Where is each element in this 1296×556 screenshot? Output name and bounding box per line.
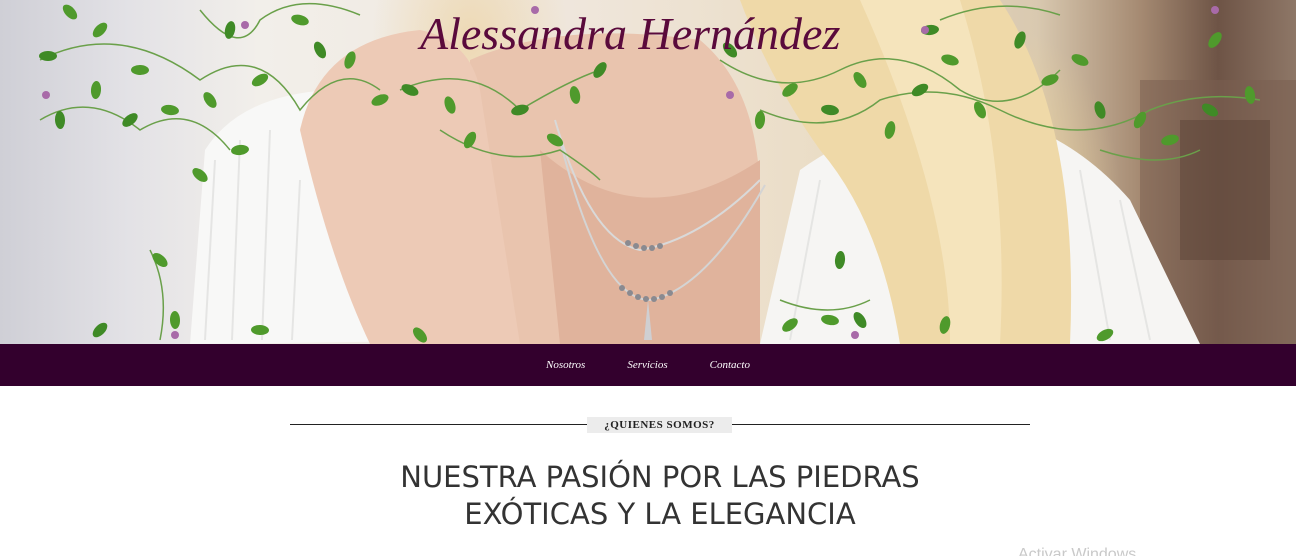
vine-flower: [171, 331, 179, 339]
vine-leaf: [291, 14, 309, 26]
vine-flower: [921, 26, 929, 34]
section-headline: NUESTRA PASIÓN POR LAS PIEDRAS EXÓTICAS …: [300, 459, 1020, 533]
vine-flower: [726, 91, 734, 99]
vine-leaf: [161, 104, 179, 116]
headline-line-1: NUESTRA PASIÓN POR LAS PIEDRAS: [400, 460, 920, 494]
vine-flower: [851, 331, 859, 339]
vine-leaf: [754, 111, 766, 129]
site-title: Alessandra Hernández: [420, 8, 841, 59]
vine-leaf: [1071, 54, 1089, 66]
vine-flower: [42, 91, 50, 99]
nav-item-nosotros[interactable]: Nosotros: [546, 359, 585, 371]
vine-leaf: [122, 113, 138, 127]
nav-item-servicios[interactable]: Servicios: [627, 359, 667, 371]
vine-flower: [241, 21, 249, 29]
vine-leaf: [313, 41, 327, 59]
vine-leaf: [90, 81, 102, 99]
vine-leaf: [54, 111, 66, 129]
vine-leaf: [169, 311, 181, 329]
vine-leaf: [152, 252, 168, 268]
section-badge: ¿QUIENES SOMOS?: [587, 417, 732, 433]
vine-leaf: [131, 64, 149, 76]
vine-leaf: [1208, 32, 1222, 48]
vine-leaf: [62, 4, 78, 20]
vine-leaf: [92, 22, 108, 38]
vine-stem: [199, 2, 361, 39]
vine-leaf: [1094, 101, 1106, 119]
main-nav: Nosotros Servicios Contacto: [0, 344, 1296, 386]
vine-flower: [1211, 6, 1219, 14]
vine-leaf: [39, 51, 57, 61]
activate-windows-watermark: Activar Windows: [1018, 546, 1137, 556]
headline-line-2: EXÓTICAS Y LA ELEGANCIA: [464, 497, 856, 531]
vine-leaf: [92, 322, 108, 338]
vine-leaf: [203, 92, 217, 108]
page: Alessandra Hernández Nosotros Servicios …: [0, 0, 1296, 556]
hero-banner: Alessandra Hernández: [0, 0, 1296, 344]
nav-item-contacto[interactable]: Contacto: [710, 359, 750, 371]
